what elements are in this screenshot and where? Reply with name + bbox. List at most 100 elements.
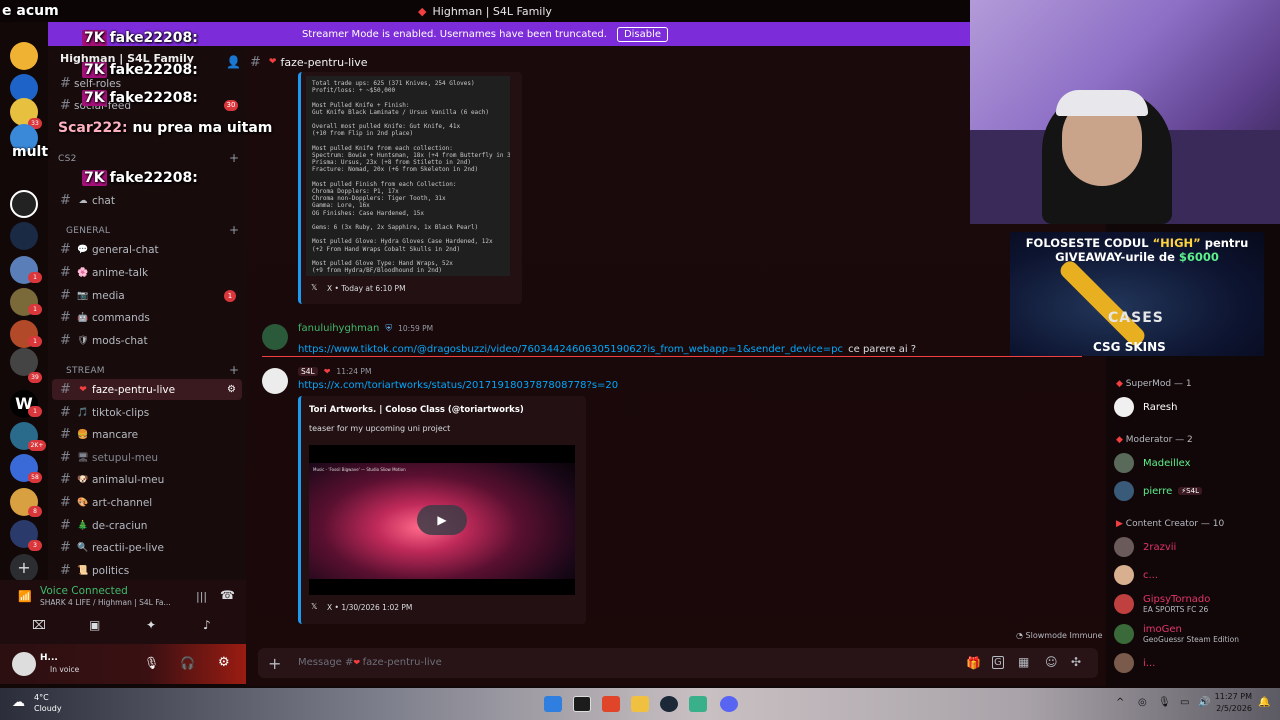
emoji-icon[interactable]: ☺ [1045, 655, 1058, 669]
message-header: fanuluihyghman ⛨ 10:59 PM [298, 323, 433, 334]
unread-badge: 1 [28, 336, 42, 347]
channel-mancare[interactable]: # 🍔 mancare [52, 424, 242, 445]
avatar [1114, 565, 1134, 585]
slowmode-status: ◔ Slowmode Immune [1016, 631, 1103, 640]
microphone-icon[interactable]: 🎙 [144, 656, 159, 670]
weather-desc[interactable]: Cloudy [34, 704, 62, 713]
activities-icon[interactable]: ✦ [146, 618, 156, 632]
channel-anime-talk[interactable]: # 🌸 anime-talk [52, 262, 242, 283]
volume-icon[interactable]: 🔊 [1198, 697, 1210, 708]
attach-icon[interactable]: + [268, 654, 281, 673]
video-thumbnail[interactable]: Music - 'Fossil Bigwave' — Studio Sliow … [309, 445, 575, 595]
channel-politics[interactable]: # 📜 politics [52, 560, 242, 581]
voice-connected-label[interactable]: Voice Connected [40, 585, 128, 597]
voice-channel-path[interactable]: SHARK 4 LIFE / Highman | S4L Fa... [40, 598, 171, 607]
sticker-icon[interactable]: ▦ [1018, 655, 1029, 669]
category-general[interactable]: GENERAL [66, 226, 110, 236]
gift-icon[interactable]: 🎁 [966, 656, 981, 670]
category-cs2[interactable]: CS2 [58, 154, 77, 164]
channel-general-chat[interactable]: # 💬 general-chat [52, 239, 242, 260]
invite-people-icon[interactable]: 👤 [226, 55, 241, 69]
hash-icon: # [60, 265, 71, 280]
channel-title: faze-pentru-live [280, 55, 368, 69]
channel-mods-chat[interactable]: # 🛡 mods-chat [52, 330, 242, 351]
member-item[interactable]: c... [1114, 563, 1274, 587]
avatar[interactable] [262, 368, 288, 394]
channel-faze-pentru-live[interactable]: # ❤ faze-pentru-live ⚙ [52, 379, 242, 400]
clock-time[interactable]: 11:27 PM [1214, 692, 1252, 701]
avatar[interactable] [262, 324, 288, 350]
discord-icon[interactable] [720, 696, 738, 712]
channel-commands[interactable]: # 🤖 commands [52, 307, 242, 328]
channel-reactii-pe-live[interactable]: # 🔍 reactii-pe-live [52, 537, 242, 558]
channel-animalul-meu[interactable]: # 🐶 animalul-meu [52, 469, 242, 490]
message-text: ce parere ai ? [848, 344, 917, 355]
network-icon[interactable]: ▭ [1180, 697, 1189, 708]
channel-de-craciun[interactable]: # 🎄 de-craciun [52, 515, 242, 536]
message-input[interactable]: Message #❤ faze-pentru-live [298, 657, 442, 668]
signal-icon[interactable]: 📶 [18, 590, 32, 603]
webcam-overlay [970, 0, 1280, 224]
channel-emoji-icon: 📷 [77, 290, 89, 301]
clock-date[interactable]: 2/5/2026 [1214, 704, 1252, 713]
create-channel-icon[interactable]: + [229, 363, 239, 377]
channel-setupul-meu[interactable]: # 🖥 setupul-meu [52, 447, 242, 468]
create-channel-icon[interactable]: + [229, 151, 239, 165]
create-channel-icon[interactable]: + [229, 223, 239, 237]
browser-icon[interactable] [602, 696, 620, 712]
message-time: 10:59 PM [398, 324, 434, 333]
apps-icon[interactable]: ✣ [1071, 655, 1081, 669]
user-avatar[interactable] [12, 652, 36, 676]
unread-badge: 39 [28, 372, 42, 383]
unread-badge: 2K+ [28, 440, 46, 451]
member-item[interactable]: Raresh [1114, 395, 1274, 419]
message-author[interactable]: fanuluihyghman [298, 323, 379, 334]
weather-temp[interactable]: 4°C [34, 693, 49, 702]
noise-suppression-icon[interactable]: ||| [196, 590, 207, 603]
unread-badge: 1 [224, 289, 236, 302]
tray-app-icon[interactable]: ◎ [1138, 697, 1147, 708]
embed-title[interactable]: Tori Artworks. | Coloso Class (@toriartw… [309, 405, 524, 415]
embed-image-text[interactable]: Total trade ups: 625 (371 Knives, 254 Gl… [306, 76, 510, 276]
steam-icon[interactable] [660, 696, 678, 712]
hash-icon: # [60, 76, 71, 91]
play-icon[interactable]: ▶ [417, 505, 467, 535]
category-stream[interactable]: STREAM [66, 366, 105, 376]
app-icon[interactable] [689, 696, 707, 712]
disable-streamer-mode-button[interactable]: Disable [616, 26, 669, 42]
channel-media[interactable]: # 📷 media 1 [52, 285, 242, 306]
channel-art-channel[interactable]: # 🎨 art-channel [52, 492, 242, 513]
channel-chat[interactable]: # ☁ chat [52, 190, 242, 211]
unread-badge: 1 [28, 272, 42, 283]
member-item[interactable]: imoGen GeoGuessr Steam Edition [1114, 621, 1274, 647]
member-item[interactable]: Madeillex [1114, 451, 1274, 475]
camera-off-icon[interactable]: ⌧ [32, 618, 46, 632]
server-icon[interactable] [10, 222, 38, 250]
soundboard-icon[interactable]: ♪ [203, 618, 211, 632]
member-item[interactable]: 2razvii [1114, 535, 1274, 559]
member-item[interactable]: GipsyTornado EA SPORTS FC 26 [1114, 591, 1274, 617]
file-explorer-icon[interactable] [631, 696, 649, 712]
notifications-icon[interactable]: 🔔 [1258, 697, 1270, 708]
headphones-icon[interactable]: 🎧 [180, 656, 195, 670]
member-item[interactable]: i... [1114, 651, 1274, 675]
user-settings-icon[interactable]: ⚙ [218, 655, 230, 670]
channel-settings-icon[interactable]: ⚙ [227, 384, 236, 395]
microphone-tray-icon[interactable]: 🎙 [1158, 697, 1171, 708]
disconnect-icon[interactable]: ☎ [220, 588, 235, 602]
server-icon[interactable] [10, 190, 38, 218]
server-icon[interactable] [10, 42, 38, 70]
tray-chevron-icon[interactable]: ^ [1116, 697, 1124, 708]
member-item[interactable]: pierre ⚡S4L [1114, 479, 1274, 503]
message-link[interactable]: https://x.com/toriartworks/status/201719… [298, 380, 618, 391]
screen-share-icon[interactable]: ▣ [89, 618, 100, 632]
gif-icon[interactable]: G [992, 656, 1004, 669]
video-letterbox [309, 579, 575, 595]
add-server-icon[interactable]: + [10, 554, 38, 582]
channel-tiktok-clips[interactable]: # 🎵 tiktok-clips [52, 402, 242, 423]
message-link[interactable]: https://www.tiktok.com/@dragosbuzzi/vide… [298, 344, 843, 355]
task-view-icon[interactable] [573, 696, 591, 712]
weather-icon[interactable]: ☁ [12, 695, 25, 710]
channel-emoji-icon: 🍔 [77, 429, 89, 440]
start-icon[interactable] [544, 696, 562, 712]
